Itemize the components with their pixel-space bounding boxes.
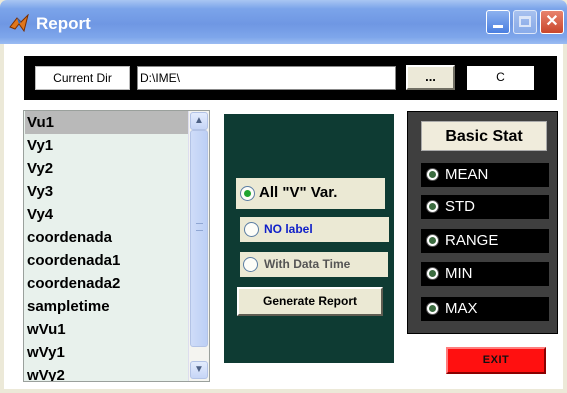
list-item[interactable]: coordenada bbox=[25, 226, 189, 249]
all-v-var-label: All "V" Var. bbox=[259, 184, 338, 201]
chevron-down-icon: ▼ bbox=[194, 364, 204, 375]
scroll-down-button[interactable]: ▼ bbox=[190, 361, 208, 379]
stat-mean-label: MEAN bbox=[445, 166, 489, 183]
radio-selected-icon bbox=[426, 200, 439, 213]
stat-range-label: RANGE bbox=[445, 232, 499, 249]
browse-button[interactable]: ... bbox=[406, 65, 455, 90]
variable-list[interactable]: Vu1 Vy1 Vy2 Vy3 Vy4 coordenada coordenad… bbox=[23, 110, 210, 382]
stat-min-option[interactable]: MIN bbox=[421, 262, 549, 286]
list-item[interactable]: coordenada2 bbox=[25, 272, 189, 295]
minimize-icon bbox=[493, 25, 503, 28]
basic-stat-header: Basic Stat bbox=[421, 121, 547, 151]
radio-selected-icon bbox=[240, 186, 255, 201]
scrollbar-thumb[interactable] bbox=[190, 130, 208, 347]
with-data-time-option[interactable]: With Data Time bbox=[240, 252, 388, 277]
current-dir-label: Current Dir bbox=[35, 66, 130, 90]
close-icon: ✕ bbox=[545, 13, 559, 30]
list-item[interactable]: sampletime bbox=[25, 295, 189, 318]
list-item[interactable]: Vy4 bbox=[25, 203, 189, 226]
minimize-button[interactable] bbox=[486, 10, 510, 34]
title-bar[interactable]: Report ✕ bbox=[0, 0, 567, 44]
stat-range-option[interactable]: RANGE bbox=[421, 229, 549, 253]
window-title: Report bbox=[36, 14, 91, 33]
stat-mean-option[interactable]: MEAN bbox=[421, 163, 549, 187]
list-item[interactable]: coordenada1 bbox=[25, 249, 189, 272]
maximize-button[interactable] bbox=[513, 10, 537, 34]
list-item[interactable]: wVu1 bbox=[25, 318, 189, 341]
radio-icon bbox=[244, 222, 259, 237]
list-item[interactable]: Vy1 bbox=[25, 134, 189, 157]
exit-button[interactable]: EXIT bbox=[446, 347, 546, 374]
radio-icon bbox=[243, 257, 258, 272]
close-button[interactable]: ✕ bbox=[540, 10, 564, 34]
list-item[interactable]: Vy3 bbox=[25, 180, 189, 203]
list-item[interactable]: wVy1 bbox=[25, 341, 189, 364]
no-label-label: NO label bbox=[264, 222, 313, 236]
matlab-icon bbox=[9, 14, 29, 32]
generate-report-button[interactable]: Generate Report bbox=[237, 287, 383, 316]
list-item[interactable]: Vy2 bbox=[25, 157, 189, 180]
stat-min-label: MIN bbox=[445, 265, 473, 282]
path-input[interactable]: D:\IME\ bbox=[137, 66, 396, 90]
list-item[interactable]: Vu1 bbox=[25, 111, 189, 134]
no-label-option[interactable]: NO label bbox=[240, 217, 389, 242]
drive-field[interactable]: C bbox=[467, 66, 534, 90]
stat-max-label: MAX bbox=[445, 300, 478, 317]
list-item[interactable]: wVy2 bbox=[25, 364, 189, 381]
with-data-time-label: With Data Time bbox=[264, 257, 351, 271]
report-window: Report ✕ Current Dir D:\IME\ ... C Vu1 V… bbox=[0, 0, 567, 393]
chevron-up-icon: ▲ bbox=[194, 115, 204, 126]
radio-selected-icon bbox=[426, 168, 439, 181]
radio-selected-icon bbox=[426, 267, 439, 280]
scroll-up-button[interactable]: ▲ bbox=[190, 112, 208, 130]
all-v-var-option[interactable]: All "V" Var. bbox=[236, 178, 385, 209]
maximize-icon bbox=[519, 16, 531, 27]
radio-selected-icon bbox=[426, 234, 439, 247]
stat-max-option[interactable]: MAX bbox=[421, 297, 549, 321]
scrollbar-grip-icon bbox=[196, 223, 203, 231]
radio-selected-icon bbox=[426, 302, 439, 315]
stat-std-option[interactable]: STD bbox=[421, 195, 549, 219]
stat-std-label: STD bbox=[445, 198, 475, 215]
